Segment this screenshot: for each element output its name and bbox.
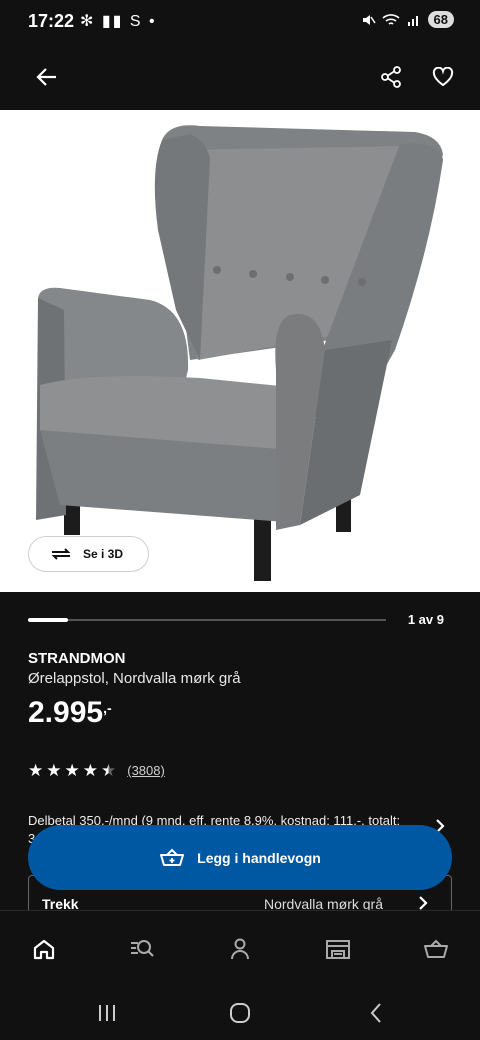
- signal-icon: [407, 15, 418, 26]
- star-icon: ★: [46, 761, 62, 780]
- home-icon: [33, 939, 55, 960]
- gallery-progress: 1 av 9: [28, 610, 452, 630]
- half-star-icon: ★: [101, 761, 117, 780]
- recent-apps-button[interactable]: [92, 998, 122, 1028]
- add-to-cart-label: Legg i handlevogn: [197, 849, 321, 866]
- heart-icon: [432, 67, 454, 87]
- status-time: 17:22: [28, 11, 75, 31]
- wifi-icon: [381, 13, 400, 25]
- rotate-3d-icon: [51, 548, 71, 560]
- system-navigation-bar: [0, 982, 480, 1040]
- nav-profile[interactable]: [226, 935, 254, 963]
- recent-apps-icon: [99, 1005, 115, 1021]
- gallery-count: 1 av 9: [407, 612, 444, 627]
- home-circle-icon: [230, 1003, 250, 1023]
- home-button[interactable]: [225, 998, 255, 1028]
- back-button[interactable]: [30, 60, 64, 94]
- view-in-3d-label: Se i 3D: [83, 547, 124, 561]
- product-price: 2.995,-: [28, 696, 112, 730]
- status-notification-icons: ✻ ▮▮ S •: [80, 13, 157, 30]
- add-to-cart-button[interactable]: Legg i handlevogn: [28, 825, 452, 890]
- nav-home[interactable]: [30, 935, 58, 963]
- rating-count-link[interactable]: (3808): [127, 763, 165, 778]
- store-icon: [326, 940, 350, 959]
- product-name: STRANDMON: [28, 650, 126, 667]
- rating[interactable]: ★ ★ ★ ★ ★ (3808): [28, 762, 165, 779]
- status-bar: 17:22 ✻ ▮▮ S • 68: [0, 0, 480, 44]
- mute-icon: [362, 14, 376, 25]
- price-suffix: ,-: [103, 700, 112, 716]
- gallery-progress-fill: [28, 618, 68, 622]
- nav-search[interactable]: [128, 935, 156, 963]
- product-description: Ørelappstol, Nordvalla mørk grå: [28, 670, 241, 687]
- view-in-3d-button[interactable]: Se i 3D: [28, 536, 149, 572]
- star-icon: ★: [64, 761, 80, 780]
- basket-icon: [424, 939, 448, 958]
- profile-icon: [231, 938, 249, 960]
- nav-basket[interactable]: [422, 935, 450, 963]
- bottom-navigation: [0, 910, 480, 982]
- system-back-button[interactable]: [361, 998, 391, 1028]
- gallery-progress-track: [28, 619, 386, 621]
- status-right-icons: 68: [360, 11, 454, 28]
- battery-indicator: 68: [427, 11, 454, 28]
- basket-plus-icon: [160, 848, 185, 866]
- star-icon: ★: [28, 761, 44, 780]
- star-icon: ★: [82, 761, 98, 780]
- search-list-icon: [131, 940, 154, 957]
- product-image: [36, 125, 443, 581]
- share-button[interactable]: [374, 60, 408, 94]
- price-value: 2.995: [28, 696, 104, 729]
- arrow-left-icon: [36, 68, 56, 86]
- share-icon: [381, 66, 401, 88]
- chevron-left-icon: [370, 1003, 381, 1023]
- top-app-bar: [0, 44, 480, 110]
- favorite-button[interactable]: [426, 60, 460, 94]
- product-image-carousel[interactable]: Se i 3D: [0, 110, 480, 592]
- nav-store[interactable]: [324, 935, 352, 963]
